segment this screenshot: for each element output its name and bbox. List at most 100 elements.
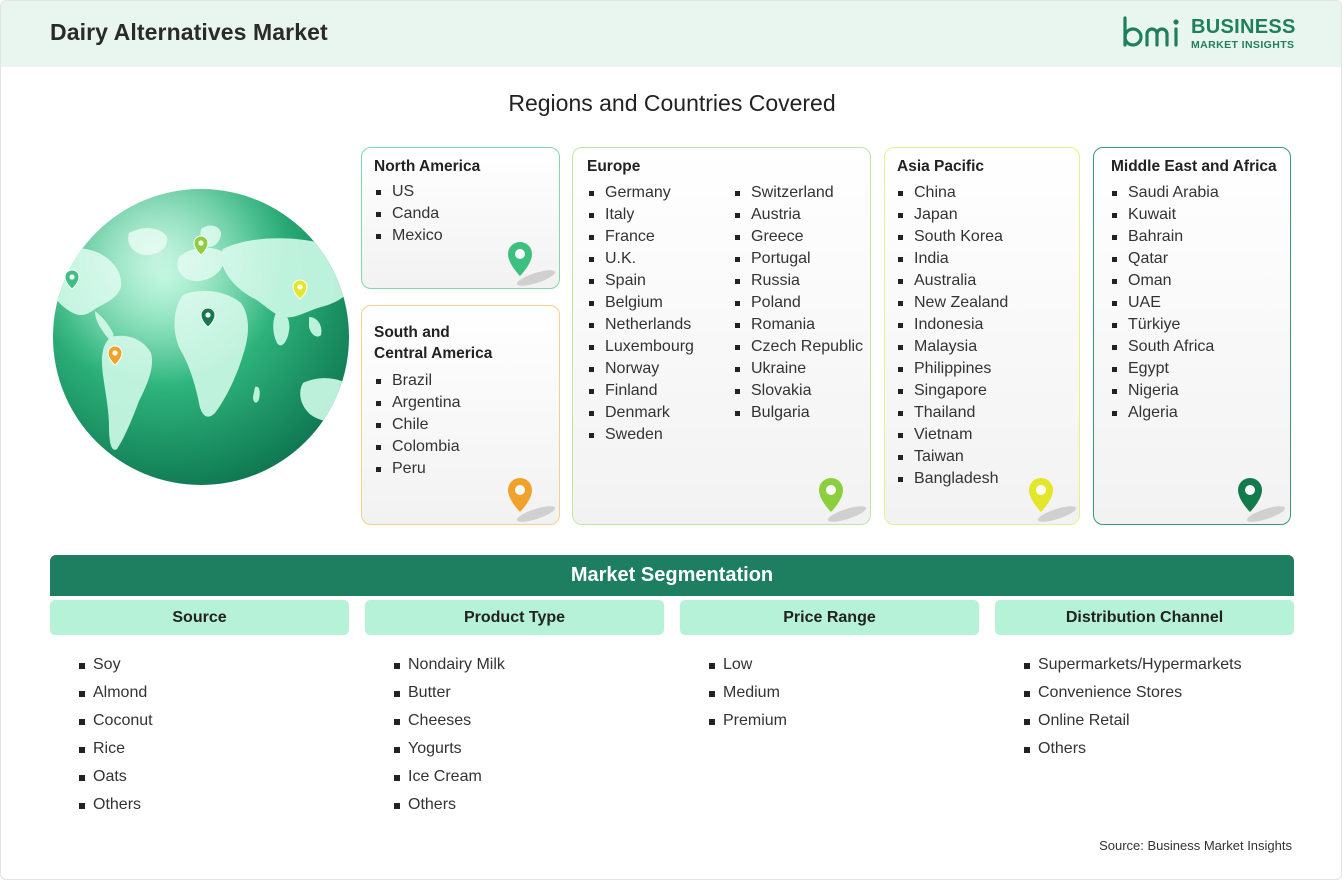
country-item: Bulgaria: [735, 402, 863, 424]
country-list-col1: Germany Italy France U.K. Spain Belgium Nether…: [589, 182, 694, 446]
segment-list-distribution-channel: Supermarkets/Hypermarkets Convenience Sto…: [1024, 651, 1242, 763]
segment-item: Almond: [79, 679, 153, 707]
bmi-logo-icon: [1123, 16, 1179, 47]
country-item: Netherlands: [589, 314, 694, 336]
brand-logo: BUSINESS MARKET INSIGHTS: [1121, 15, 1301, 55]
country-item: Ukraine: [735, 358, 863, 380]
country-item: Poland: [735, 292, 863, 314]
segment-item: Others: [1024, 735, 1242, 763]
map-pin-icon: [1238, 478, 1286, 522]
globe-illustration: [53, 189, 349, 485]
country-item: Argentina: [376, 392, 461, 414]
segmentation-banner: Market Segmentation: [50, 555, 1294, 596]
country-item: Germany: [589, 182, 694, 204]
source-note: Source: Business Market Insights: [1099, 838, 1292, 853]
country-item: Nigeria: [1112, 380, 1219, 402]
country-item: Australia: [898, 270, 1008, 292]
country-item: Czech Republic: [735, 336, 863, 358]
segment-item: Others: [394, 791, 505, 819]
country-item: Brazil: [376, 370, 461, 392]
regions-title: Regions and Countries Covered: [508, 90, 836, 116]
country-list: US Canda Mexico: [376, 181, 443, 247]
region-card-north-america: North America US Canda Mexico: [361, 147, 560, 289]
country-item: South Africa: [1112, 336, 1219, 358]
segment-list-product-type: Nondairy Milk Butter Cheeses Yogurts Ice Cre…: [394, 651, 505, 819]
segment-item: Cheeses: [394, 707, 505, 735]
country-item: Algeria: [1112, 402, 1219, 424]
country-item: China: [898, 182, 1008, 204]
country-item: Portugal: [735, 248, 863, 270]
country-item: Egypt: [1112, 358, 1219, 380]
country-item: Belgium: [589, 292, 694, 314]
segment-item: Premium: [709, 707, 787, 735]
region-title: North America: [374, 158, 481, 175]
country-item: Kuwait: [1112, 204, 1219, 226]
segment-header-product-type: Product Type: [365, 600, 664, 635]
country-item: Norway: [589, 358, 694, 380]
country-item: Slovakia: [735, 380, 863, 402]
country-item: Finland: [589, 380, 694, 402]
segment-item: Yogurts: [394, 735, 505, 763]
segment-item: Medium: [709, 679, 787, 707]
map-pin-icon: [508, 242, 556, 286]
country-item: UAE: [1112, 292, 1219, 314]
country-item: Switzerland: [735, 182, 863, 204]
country-list: China Japan South Korea India Australia New Z…: [898, 182, 1008, 490]
map-pin-icon: [508, 478, 556, 522]
country-item: South Korea: [898, 226, 1008, 248]
country-item: Greece: [735, 226, 863, 248]
logo-text-main: BUSINESS: [1191, 16, 1296, 38]
country-item: Japan: [898, 204, 1008, 226]
map-pin-icon: [1029, 478, 1077, 522]
country-item: Luxembourg: [589, 336, 694, 358]
segment-header-price-range: Price Range: [680, 600, 979, 635]
infographic: Dairy Alternatives Market BUSINESS MARKE…: [0, 0, 1342, 880]
logo-text-sub: MARKET INSIGHTS: [1191, 39, 1295, 51]
country-item: Singapore: [898, 380, 1008, 402]
segment-list-price-range: Low Medium Premium: [709, 651, 787, 735]
segment-item: Supermarkets/Hypermarkets: [1024, 651, 1242, 679]
segment-item: Oats: [79, 763, 153, 791]
country-item: Romania: [735, 314, 863, 336]
country-item: Malaysia: [898, 336, 1008, 358]
country-item: Sweden: [589, 424, 694, 446]
country-item: New Zealand: [898, 292, 1008, 314]
country-item: Mexico: [376, 225, 443, 247]
region-card-middle-east-africa: Middle East and Africa Saudi Arabia Kuwai…: [1093, 147, 1291, 525]
map-pin-icon: [819, 478, 867, 522]
country-item: Austria: [735, 204, 863, 226]
country-item: Taiwan: [898, 446, 1008, 468]
country-item: Denmark: [589, 402, 694, 424]
region-title: Middle East and Africa: [1111, 158, 1277, 175]
country-item: Vietnam: [898, 424, 1008, 446]
header-bar: Dairy Alternatives Market BUSINESS MARKE…: [1, 1, 1341, 67]
country-item: Saudi Arabia: [1112, 182, 1219, 204]
country-item: Canda: [376, 203, 443, 225]
country-item: Colombia: [376, 436, 461, 458]
page-title: Dairy Alternatives Market: [50, 19, 328, 45]
country-item: US: [376, 181, 443, 203]
segment-item: Low: [709, 651, 787, 679]
country-item: India: [898, 248, 1008, 270]
country-item: Indonesia: [898, 314, 1008, 336]
country-list: Brazil Argentina Chile Colombia Peru: [376, 370, 461, 480]
country-item: Qatar: [1112, 248, 1219, 270]
country-item: Russia: [735, 270, 863, 292]
segment-item: Nondairy Milk: [394, 651, 505, 679]
region-title-line2: Central America: [374, 345, 493, 362]
country-item: Italy: [589, 204, 694, 226]
segment-header-distribution-channel: Distribution Channel: [995, 600, 1294, 635]
region-card-south-central-america: South and Central America Brazil Argenti…: [361, 305, 560, 525]
segment-item: Online Retail: [1024, 707, 1242, 735]
country-item: Chile: [376, 414, 461, 436]
country-item: Türkiye: [1112, 314, 1219, 336]
region-title: Europe: [587, 158, 641, 175]
country-item: France: [589, 226, 694, 248]
segment-item: Coconut: [79, 707, 153, 735]
segment-header-source: Source: [50, 600, 349, 635]
segment-item: Ice Cream: [394, 763, 505, 791]
region-card-asia-pacific: Asia Pacific China Japan South Korea India A…: [884, 147, 1080, 525]
region-title: Asia Pacific: [897, 158, 985, 175]
region-title: South and Central America: [374, 322, 492, 364]
segment-item: Butter: [394, 679, 505, 707]
